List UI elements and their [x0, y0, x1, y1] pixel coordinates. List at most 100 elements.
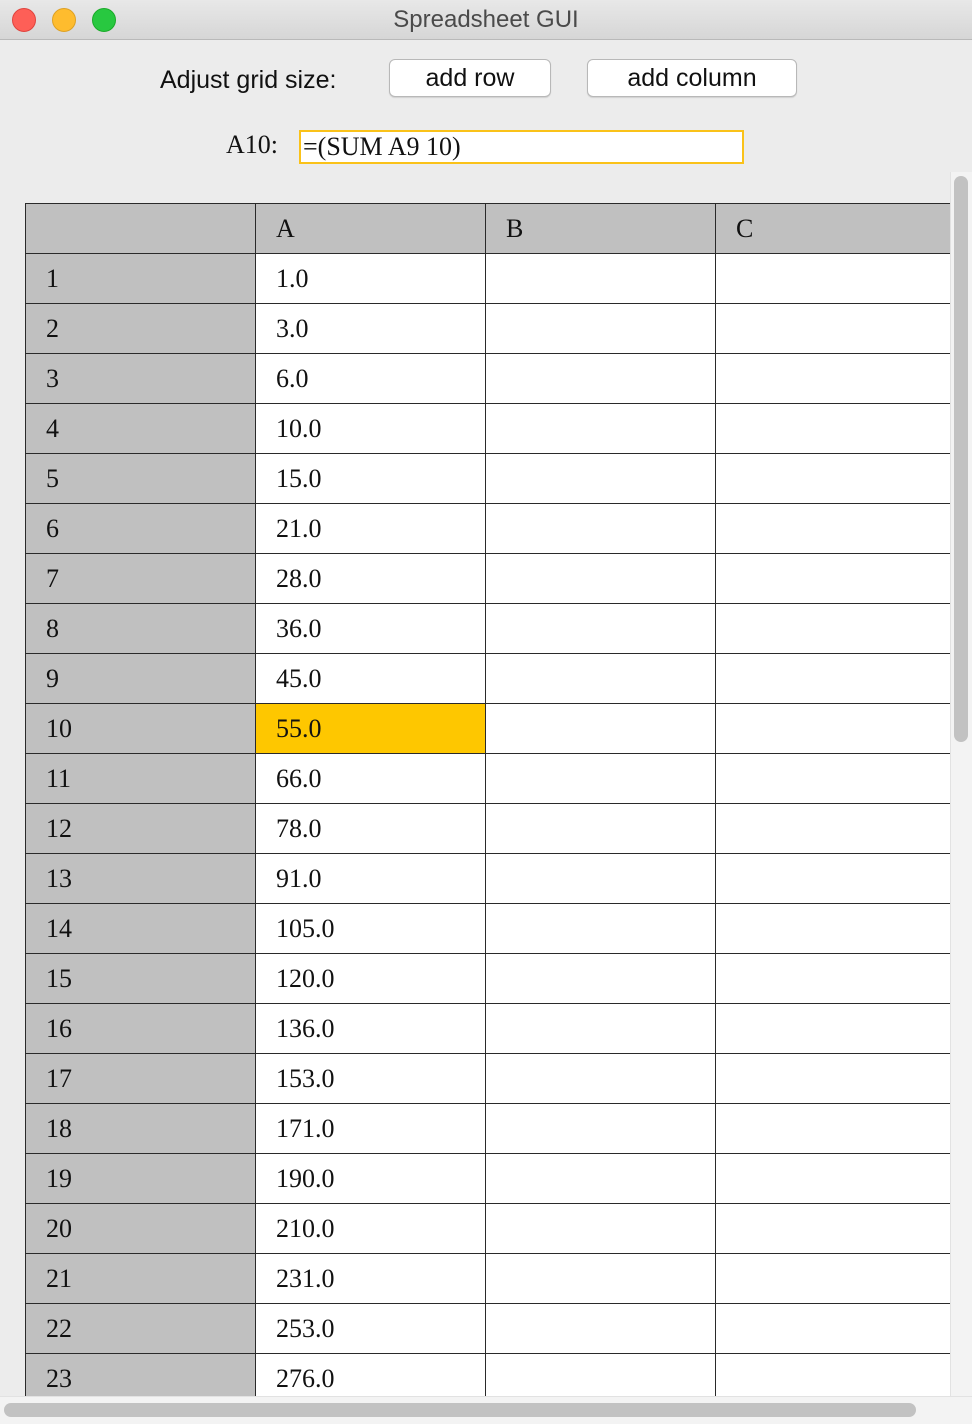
cell-c23[interactable]: [715, 1353, 961, 1396]
cell-b23[interactable]: [485, 1353, 716, 1396]
cell-a1[interactable]: 1.0: [255, 253, 486, 304]
cell-b10[interactable]: [485, 703, 716, 754]
cell-b20[interactable]: [485, 1203, 716, 1254]
cell-c17[interactable]: [715, 1053, 961, 1104]
cell-c21[interactable]: [715, 1253, 961, 1304]
cell-a14[interactable]: 105.0: [255, 903, 486, 954]
row-header: 20: [25, 1203, 256, 1254]
cell-b19[interactable]: [485, 1153, 716, 1204]
cell-c19[interactable]: [715, 1153, 961, 1204]
row-header: 12: [25, 803, 256, 854]
cell-c5[interactable]: [715, 453, 961, 504]
vertical-scroll-thumb[interactable]: [954, 176, 968, 742]
cell-b9[interactable]: [485, 653, 716, 704]
cell-a10[interactable]: 55.0: [255, 703, 486, 754]
formula-input[interactable]: [299, 130, 744, 164]
cell-b17[interactable]: [485, 1053, 716, 1104]
cell-a15[interactable]: 120.0: [255, 953, 486, 1004]
title-bar: Spreadsheet GUI: [0, 0, 972, 40]
cell-c9[interactable]: [715, 653, 961, 704]
cell-c14[interactable]: [715, 903, 961, 954]
row-header: 14: [25, 903, 256, 954]
cell-c16[interactable]: [715, 1003, 961, 1054]
row-header: 23: [25, 1353, 256, 1396]
table-row: 10 55.0: [25, 703, 961, 754]
cell-a13[interactable]: 91.0: [255, 853, 486, 904]
row-header: 3: [25, 353, 256, 404]
cell-b11[interactable]: [485, 753, 716, 804]
cell-c4[interactable]: [715, 403, 961, 454]
cell-c12[interactable]: [715, 803, 961, 854]
row-header: 16: [25, 1003, 256, 1054]
cell-b7[interactable]: [485, 553, 716, 604]
cell-c11[interactable]: [715, 753, 961, 804]
cell-b6[interactable]: [485, 503, 716, 554]
column-header-b: B: [485, 203, 716, 254]
window-title: Spreadsheet GUI: [393, 6, 579, 33]
table-row: 5 15.0: [25, 453, 961, 504]
cell-a5[interactable]: 15.0: [255, 453, 486, 504]
add-row-button[interactable]: add row: [389, 59, 551, 97]
table-row: 13 91.0: [25, 853, 961, 904]
cell-b4[interactable]: [485, 403, 716, 454]
cell-c20[interactable]: [715, 1203, 961, 1254]
table-row: 18 171.0: [25, 1103, 961, 1154]
cell-a23[interactable]: 276.0: [255, 1353, 486, 1396]
cell-b14[interactable]: [485, 903, 716, 954]
table-row: 15 120.0: [25, 953, 961, 1004]
cell-c13[interactable]: [715, 853, 961, 904]
cell-a8[interactable]: 36.0: [255, 603, 486, 654]
cell-b1[interactable]: [485, 253, 716, 304]
table-row: 17 153.0: [25, 1053, 961, 1104]
cell-a20[interactable]: 210.0: [255, 1203, 486, 1254]
row-header: 19: [25, 1153, 256, 1204]
cell-b12[interactable]: [485, 803, 716, 854]
cell-c8[interactable]: [715, 603, 961, 654]
cell-b22[interactable]: [485, 1303, 716, 1354]
cell-b15[interactable]: [485, 953, 716, 1004]
row-header: 5: [25, 453, 256, 504]
add-column-button[interactable]: add column: [587, 59, 797, 97]
cell-a12[interactable]: 78.0: [255, 803, 486, 854]
cell-a17[interactable]: 153.0: [255, 1053, 486, 1104]
cell-a3[interactable]: 6.0: [255, 353, 486, 404]
cell-a18[interactable]: 171.0: [255, 1103, 486, 1154]
cell-c3[interactable]: [715, 353, 961, 404]
cell-c1[interactable]: [715, 253, 961, 304]
table-row: 6 21.0: [25, 503, 961, 554]
row-header: 18: [25, 1103, 256, 1154]
cell-c7[interactable]: [715, 553, 961, 604]
cell-a9[interactable]: 45.0: [255, 653, 486, 704]
cell-b18[interactable]: [485, 1103, 716, 1154]
cell-a16[interactable]: 136.0: [255, 1003, 486, 1054]
cell-c22[interactable]: [715, 1303, 961, 1354]
cell-b5[interactable]: [485, 453, 716, 504]
cell-a2[interactable]: 3.0: [255, 303, 486, 354]
table-row: 14 105.0: [25, 903, 961, 954]
cell-b13[interactable]: [485, 853, 716, 904]
table-row: 11 66.0: [25, 753, 961, 804]
cell-c18[interactable]: [715, 1103, 961, 1154]
cell-c15[interactable]: [715, 953, 961, 1004]
cell-a19[interactable]: 190.0: [255, 1153, 486, 1204]
table-row: 8 36.0: [25, 603, 961, 654]
spreadsheet-grid: ABC 1 1.0 2 3.0 3 6.0 4 10.0 5 15.0 6 21.0 7 28.0 8 36.…: [25, 203, 961, 1396]
cell-a7[interactable]: 28.0: [255, 553, 486, 604]
cell-b21[interactable]: [485, 1253, 716, 1304]
cell-a6[interactable]: 21.0: [255, 503, 486, 554]
cell-b8[interactable]: [485, 603, 716, 654]
row-header: 1: [25, 253, 256, 304]
cell-c2[interactable]: [715, 303, 961, 354]
cell-c6[interactable]: [715, 503, 961, 554]
cell-b2[interactable]: [485, 303, 716, 354]
table-row: 3 6.0: [25, 353, 961, 404]
cell-b16[interactable]: [485, 1003, 716, 1054]
cell-a4[interactable]: 10.0: [255, 403, 486, 454]
horizontal-scroll-thumb[interactable]: [4, 1403, 916, 1417]
cell-a11[interactable]: 66.0: [255, 753, 486, 804]
cell-c10[interactable]: [715, 703, 961, 754]
cell-b3[interactable]: [485, 353, 716, 404]
cell-a21[interactable]: 231.0: [255, 1253, 486, 1304]
row-header: 6: [25, 503, 256, 554]
cell-a22[interactable]: 253.0: [255, 1303, 486, 1354]
